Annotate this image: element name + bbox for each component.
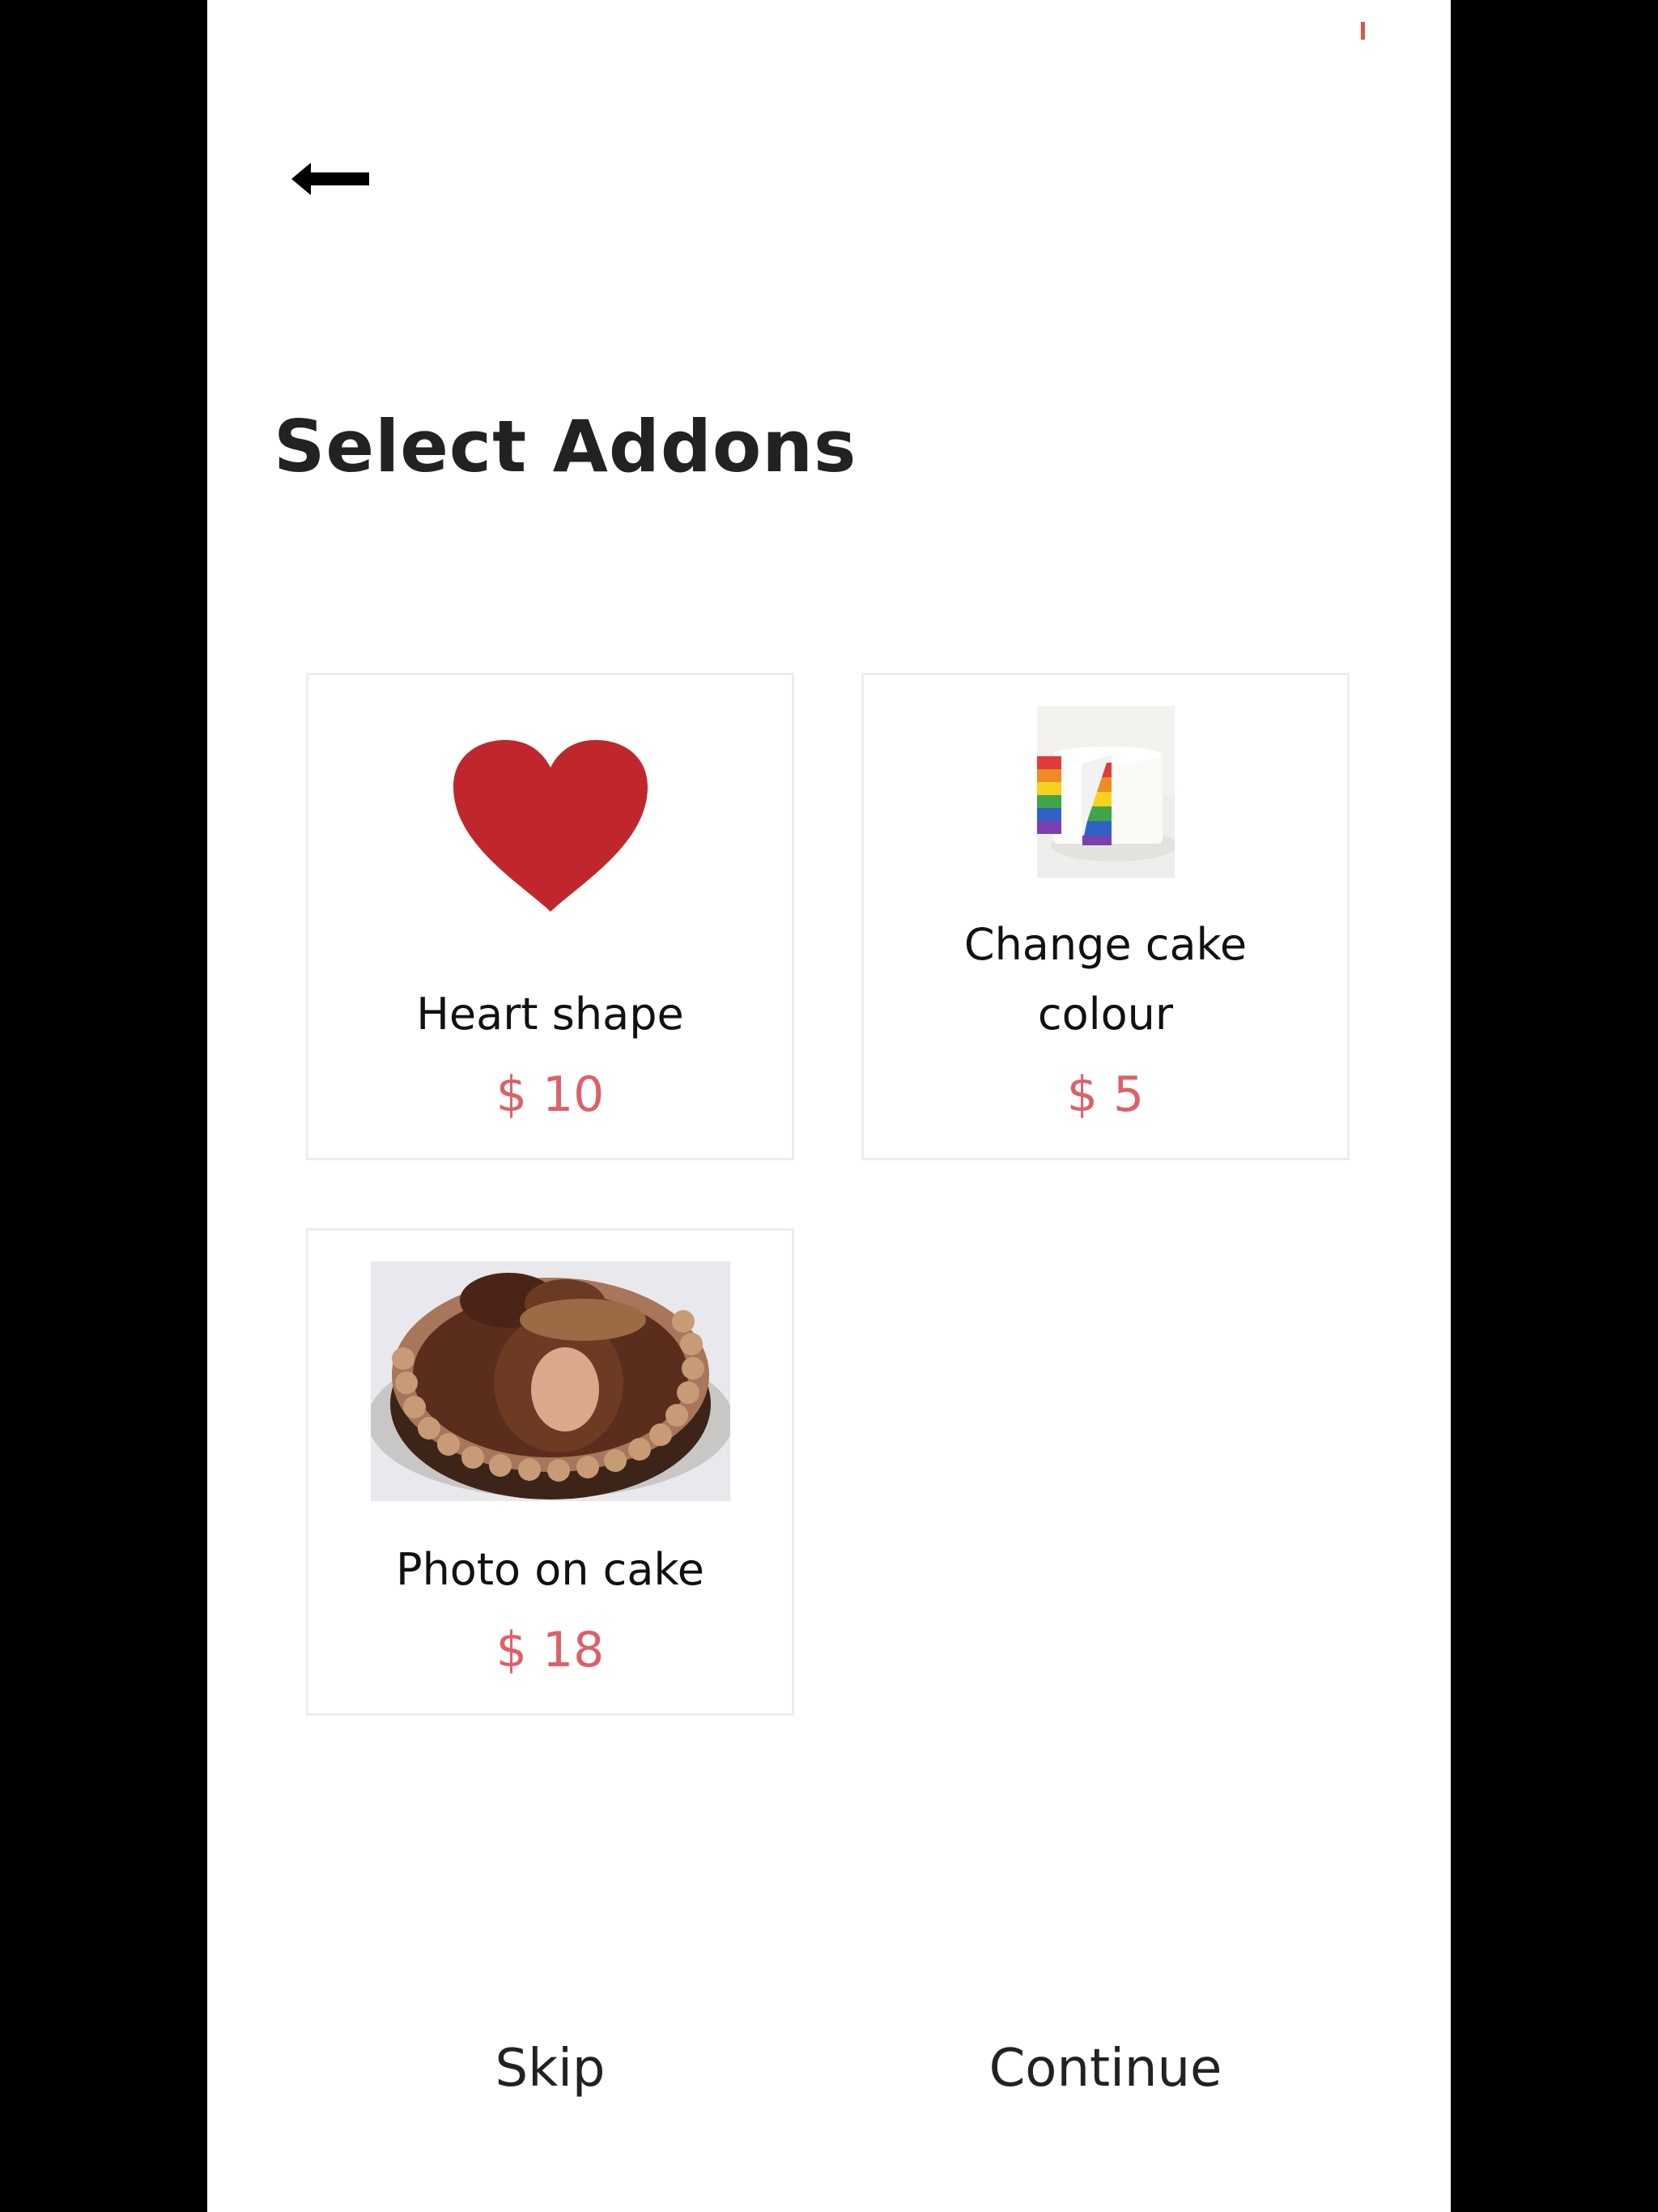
continue-button[interactable]: Continue [861, 2028, 1350, 2109]
rainbow-cake-slice-image [1036, 706, 1175, 878]
photo-cake-image [370, 1261, 730, 1501]
addon-name: Photo on cake [396, 1544, 704, 1595]
heart-icon [453, 740, 648, 912]
addon-price: $ 5 [1066, 1066, 1145, 1123]
page-title: Select Addons [274, 405, 857, 488]
addon-name-line-1: Change cake [963, 919, 1248, 970]
addon-name: Heart shape [416, 989, 684, 1040]
addon-price: $ 10 [495, 1066, 605, 1123]
addon-card-heart-shape[interactable]: Heart shape $ 10 [306, 673, 794, 1160]
addon-card-photo-on-cake[interactable]: Photo on cake $ 18 [306, 1228, 794, 1716]
addon-card-change-cake-colour[interactable]: Change cake colour $ 5 [861, 673, 1350, 1160]
addon-name-line-2: colour [1037, 989, 1174, 1040]
app-screen: Select Addons Heart shape $ 10 Change ca… [207, 0, 1451, 2212]
skip-button[interactable]: Skip [306, 2028, 794, 2109]
status-indicator [1361, 22, 1365, 40]
addon-price: $ 18 [495, 1622, 605, 1678]
back-button[interactable] [291, 151, 380, 207]
arrow-left-icon [291, 163, 369, 195]
